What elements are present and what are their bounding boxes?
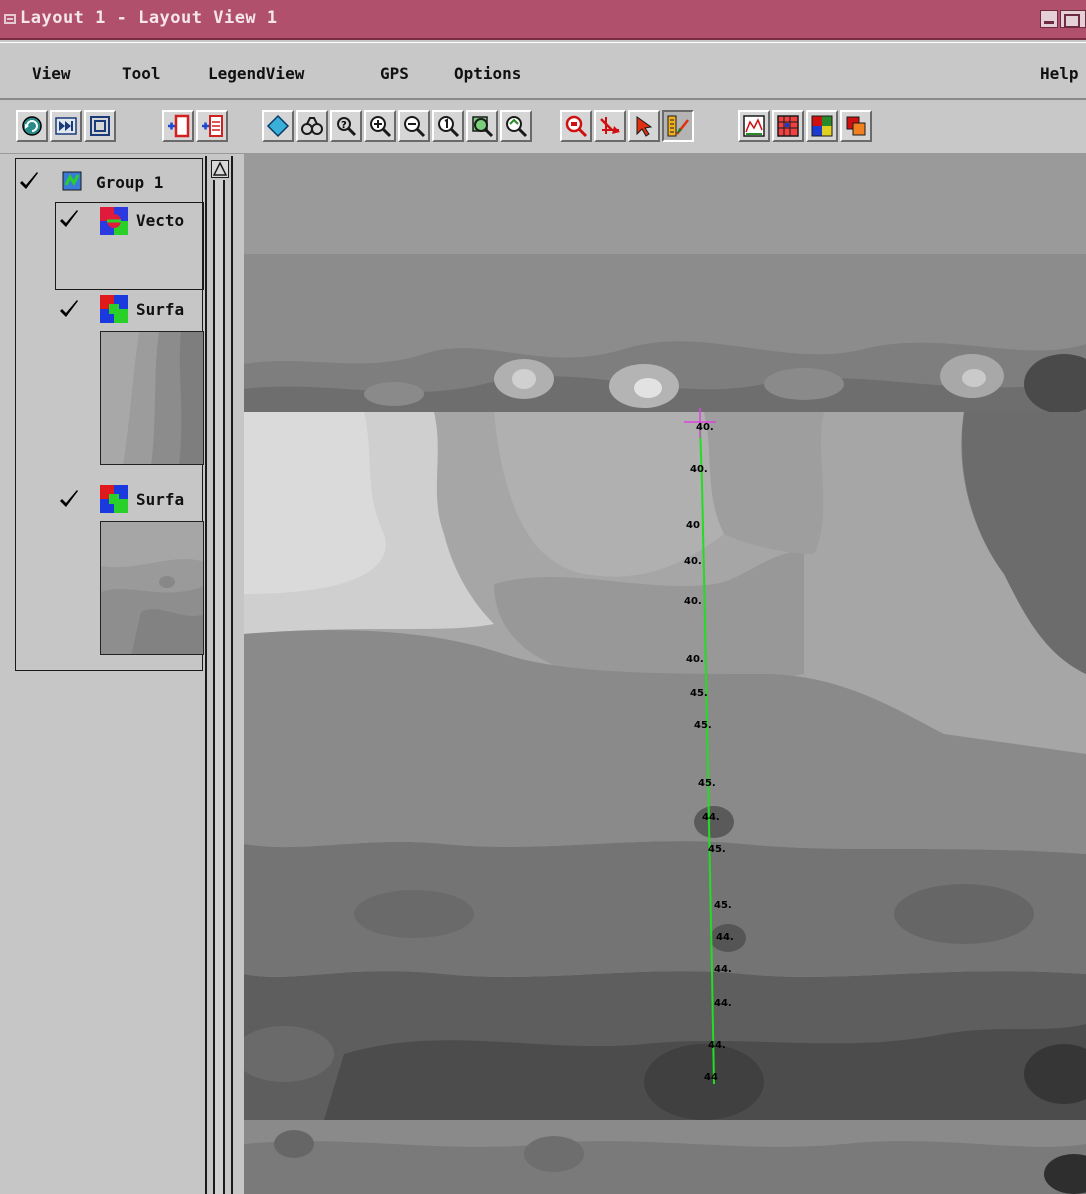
menu-gps[interactable]: GPS: [380, 64, 409, 83]
elevation-label: 45.: [698, 778, 716, 789]
zoom-out-icon[interactable]: [398, 110, 430, 142]
elevation-label: 40.: [684, 556, 702, 567]
surface1-visibility-checkbox[interactable]: [58, 299, 80, 321]
elevation-label: 44.: [714, 964, 732, 975]
elevation-label: 40.: [690, 464, 708, 475]
redraw-step-icon[interactable]: [50, 110, 82, 142]
elevation-label: 44.: [714, 998, 732, 1009]
menu-tool[interactable]: Tool: [122, 64, 161, 83]
menu-bar: View Tool LegendView GPS Options Help: [0, 42, 1086, 100]
elevation-label: 45.: [714, 900, 732, 911]
zoom-query-icon[interactable]: ?: [330, 110, 362, 142]
surface1-layer-icon: [100, 295, 128, 323]
window-title: Layout 1 - Layout View 1: [20, 8, 278, 28]
elevation-label: 40.: [696, 422, 714, 433]
histogram-icon[interactable]: [738, 110, 770, 142]
zoom-box-red-icon[interactable]: [560, 110, 592, 142]
pointer-icon[interactable]: [628, 110, 660, 142]
window-menu-icon[interactable]: [4, 14, 16, 24]
zoom-previous-icon[interactable]: [500, 110, 532, 142]
surface2-thumbnail: [100, 521, 204, 655]
minimize-button[interactable]: [1040, 10, 1058, 28]
vector-layer-box: Vecto: [55, 202, 204, 290]
svg-text:?: ?: [341, 120, 347, 131]
zoom-binocular-icon[interactable]: [296, 110, 328, 142]
title-bar: Layout 1 - Layout View 1: [0, 0, 1086, 40]
menu-options[interactable]: Options: [454, 64, 521, 83]
scroll-track[interactable]: [213, 180, 225, 1194]
group-visibility-checkbox[interactable]: [18, 171, 40, 193]
zoom-1x-icon[interactable]: [432, 110, 464, 142]
arrow-up-icon: [212, 161, 228, 176]
surface2-layer-label[interactable]: Surfa: [136, 490, 204, 509]
full-view-icon[interactable]: [84, 110, 116, 142]
color-map-icon[interactable]: [806, 110, 838, 142]
vector-visibility-checkbox[interactable]: [58, 209, 80, 231]
redraw-icon[interactable]: [16, 110, 48, 142]
menu-view[interactable]: View: [32, 64, 71, 83]
elevation-label: 40: [686, 520, 700, 531]
vector-layer-label[interactable]: Vecto: [136, 211, 205, 230]
elevation-label: 45.: [690, 688, 708, 699]
legend-scrollbar[interactable]: [205, 156, 233, 1194]
elevation-label: 45.: [708, 844, 726, 855]
elevation-label: 44: [704, 1072, 718, 1083]
add-layer-list-icon[interactable]: [196, 110, 228, 142]
legend-group-box: Group 1 Vecto Surfa Surfa: [15, 158, 204, 671]
elevation-label: 40.: [686, 654, 704, 665]
group-label[interactable]: Group 1: [96, 173, 204, 192]
vector-layer-icon: [100, 207, 128, 235]
layer-stack-icon[interactable]: [840, 110, 872, 142]
zoom-in-icon[interactable]: [364, 110, 396, 142]
surface1-thumbnail: [100, 331, 204, 465]
select-icon[interactable]: [262, 110, 294, 142]
elevation-label: 44.: [702, 812, 720, 823]
elevation-label: 44.: [716, 932, 734, 943]
surface2-layer-icon: [100, 485, 128, 513]
maximize-button[interactable]: [1060, 10, 1086, 28]
toolbar: ?: [0, 102, 1086, 154]
surface2-visibility-checkbox[interactable]: [58, 489, 80, 511]
add-layer-icon[interactable]: [162, 110, 194, 142]
zoom-area-icon[interactable]: [466, 110, 498, 142]
surface-raster: [244, 154, 1086, 1194]
menu-legendview[interactable]: LegendView: [208, 64, 304, 83]
elevation-label: 45.: [694, 720, 712, 731]
pan-arrow-icon[interactable]: [594, 110, 626, 142]
elevation-label: 44.: [708, 1040, 726, 1051]
elevation-label: 40.: [684, 596, 702, 607]
surface1-layer-label[interactable]: Surfa: [136, 300, 204, 319]
scroll-up-button[interactable]: [211, 160, 229, 178]
group-icon: [62, 171, 82, 191]
map-view[interactable]: 40. 40. 40 40. 40. 40. 45. 45. 45. 44. 4…: [244, 154, 1086, 1194]
menu-help[interactable]: Help: [1040, 64, 1079, 83]
grid-edit-icon[interactable]: [772, 110, 804, 142]
measure-tool-icon[interactable]: [662, 110, 694, 142]
